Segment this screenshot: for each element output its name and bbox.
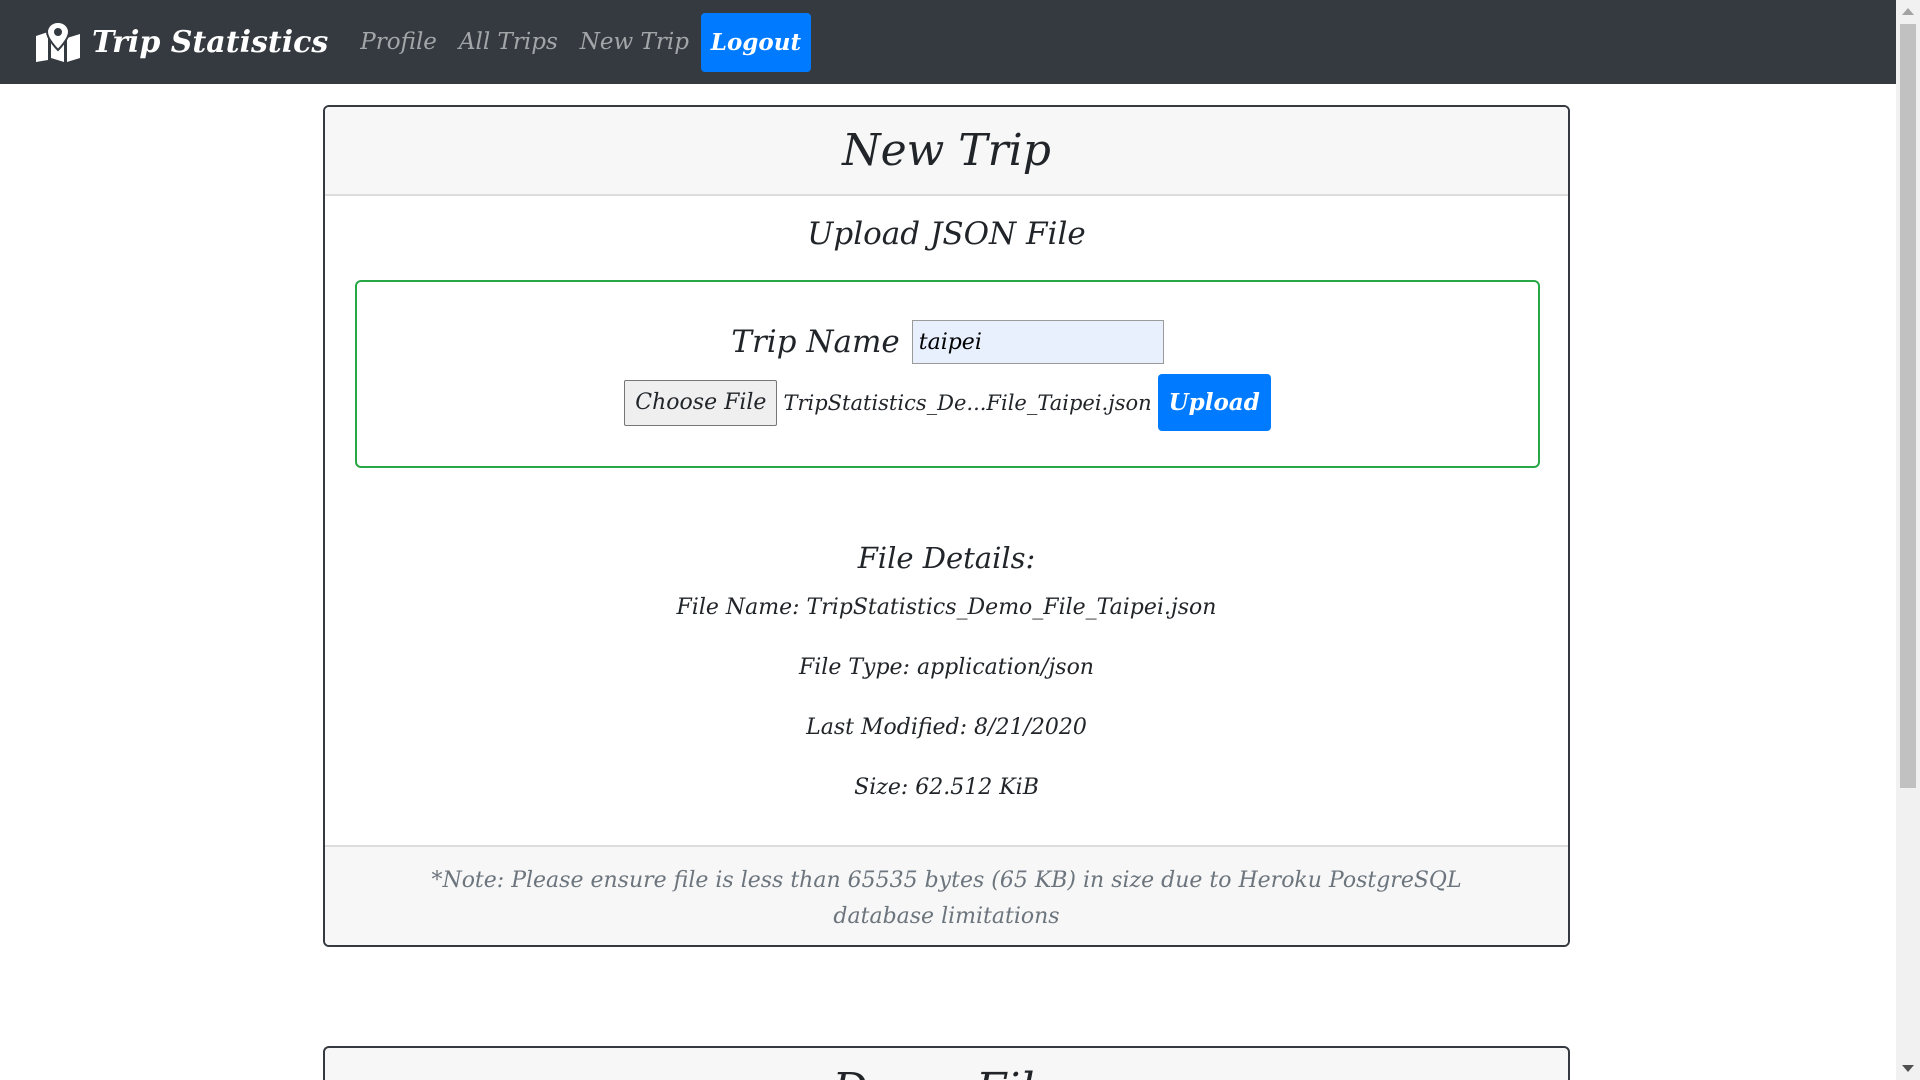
upload-button[interactable]: Upload <box>1157 374 1271 431</box>
nav-link-new-trip[interactable]: New Trip <box>580 29 689 55</box>
card-body: Upload JSON File Trip Name Choose File T… <box>325 196 1568 845</box>
page-scrollbar[interactable] <box>1896 0 1920 1080</box>
nav-link-all-trips[interactable]: All Trips <box>459 29 558 55</box>
file-row: Choose File TripStatistics_De...File_Tai… <box>357 374 1538 431</box>
brand[interactable]: Trip Statistics <box>34 22 328 62</box>
card-header: New Trip <box>325 107 1568 196</box>
file-details-heading: File Details: <box>857 541 1036 575</box>
scroll-down-arrow-icon[interactable] <box>1902 1065 1914 1072</box>
upload-form: Trip Name Choose File TripStatistics_De.… <box>355 280 1540 468</box>
nav-links: Profile All Trips New Trip Logout <box>360 12 811 72</box>
file-name-detail: File Name: TripStatistics_Demo_File_Taip… <box>676 595 1217 620</box>
navbar: Trip Statistics Profile All Trips New Tr… <box>0 0 1896 84</box>
choose-file-button[interactable]: Choose File <box>624 379 778 426</box>
demo-file-title: Demo File <box>325 1064 1568 1080</box>
page: Trip Statistics Profile All Trips New Tr… <box>0 0 1920 1080</box>
upload-heading: Upload JSON File <box>807 216 1086 252</box>
demo-file-card: Demo File <box>323 1046 1570 1080</box>
file-size-detail: Size: 62.512 KiB <box>854 775 1039 800</box>
page-title: New Trip <box>842 125 1051 176</box>
brand-title: Trip Statistics <box>92 24 329 60</box>
nav-link-profile[interactable]: Profile <box>360 29 437 55</box>
size-note: *Note: Please ensure file is less than 6… <box>431 868 1462 929</box>
map-marker-icon <box>36 22 80 62</box>
last-modified-detail: Last Modified: 8/21/2020 <box>806 715 1087 740</box>
file-details: File Details: File Name: TripStatistics_… <box>325 541 1568 835</box>
trip-name-row: Trip Name <box>357 320 1538 364</box>
card-footer: *Note: Please ensure file is less than 6… <box>325 845 1568 945</box>
new-trip-card: New Trip Upload JSON File Trip Name Choo… <box>323 105 1570 947</box>
logout-button[interactable]: Logout <box>700 12 811 72</box>
scroll-up-arrow-icon[interactable] <box>1902 8 1914 15</box>
trip-name-label: Trip Name <box>731 324 900 360</box>
trip-name-input[interactable] <box>911 320 1164 364</box>
scroll-thumb[interactable] <box>1900 24 1916 788</box>
chosen-file-name: TripStatistics_De...File_Taipei.json <box>783 390 1152 415</box>
file-type-detail: File Type: application/json <box>799 655 1094 680</box>
